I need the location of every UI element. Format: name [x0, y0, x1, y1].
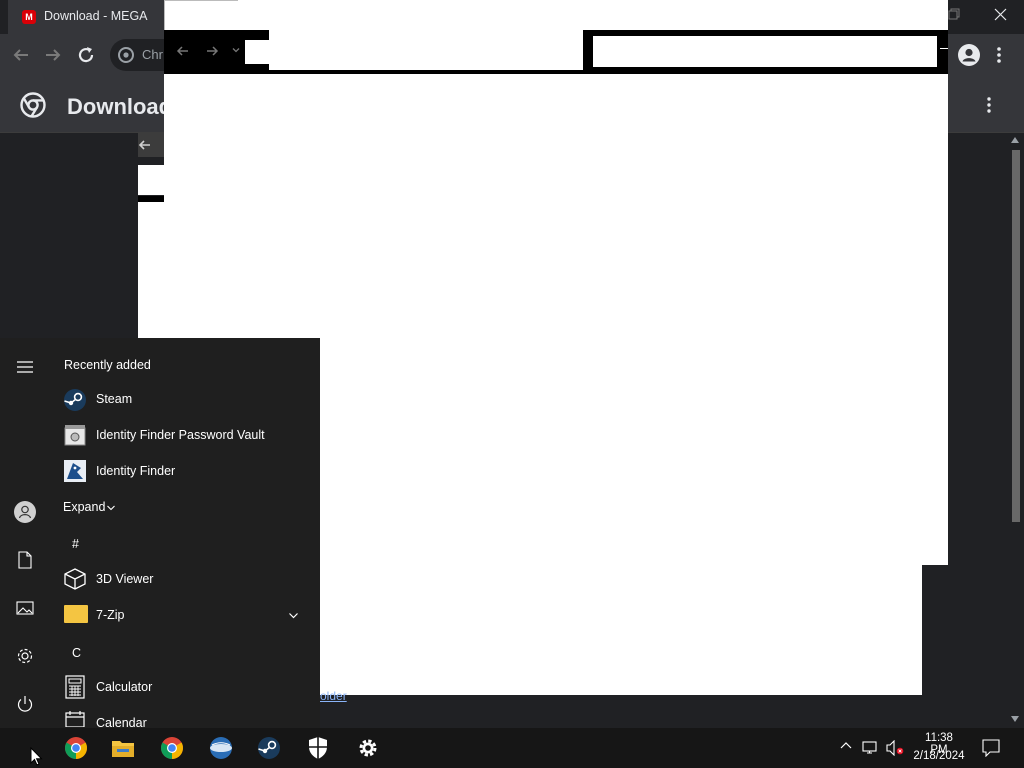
app-identity-finder-password-vault[interactable]: Identity Finder Password Vault — [96, 428, 265, 442]
settings-gear-icon[interactable] — [15, 646, 35, 666]
power-icon[interactable] — [15, 694, 35, 714]
forward-arrow-icon[interactable] — [44, 46, 62, 64]
back-arrow-icon[interactable] — [176, 44, 190, 58]
settings-icon[interactable] — [356, 736, 380, 760]
browser-menu-icon[interactable] — [996, 45, 1002, 65]
scroll-up-arrow-icon[interactable] — [1011, 137, 1019, 143]
window-close-icon[interactable] — [994, 8, 1007, 21]
show-hidden-icons-chevron-icon[interactable] — [840, 741, 852, 751]
folder-icon — [64, 605, 88, 623]
documents-icon[interactable] — [17, 551, 33, 569]
network-icon[interactable] — [862, 740, 880, 754]
chevron-down-icon[interactable] — [106, 503, 116, 513]
profile-avatar-icon[interactable] — [958, 44, 980, 66]
back-arrow-icon[interactable] — [138, 138, 152, 152]
calculator-icon — [65, 675, 85, 699]
chrome-logo-icon — [20, 92, 46, 118]
hamburger-menu-icon[interactable] — [16, 360, 34, 374]
globe-app-icon[interactable] — [209, 736, 233, 760]
scroll-down-arrow-icon[interactable] — [1011, 716, 1019, 722]
tab-title: Download - MEGA — [44, 9, 148, 23]
app-7zip[interactable]: 7-Zip — [96, 608, 124, 622]
mega-favicon-icon: M — [22, 10, 36, 24]
start-menu-rail — [0, 338, 50, 728]
app-calculator[interactable]: Calculator — [96, 680, 152, 694]
chrome-site-icon — [118, 47, 134, 63]
clock-date[interactable]: 2/18/2024 — [910, 750, 968, 762]
blank-panel — [320, 565, 922, 695]
group-header-c[interactable]: C — [72, 646, 81, 660]
file-explorer-icon[interactable] — [111, 736, 135, 760]
group-header-hash[interactable]: # — [72, 537, 79, 551]
reload-icon[interactable] — [76, 45, 96, 65]
show-in-folder-link[interactable]: older — [320, 689, 347, 703]
mouse-cursor-icon — [30, 747, 43, 767]
blank-region — [269, 30, 583, 70]
cube-icon — [63, 567, 87, 591]
chrome-icon[interactable] — [64, 736, 88, 760]
scrollbar-thumb[interactable] — [1012, 150, 1020, 522]
blank-region — [584, 0, 948, 30]
windows-security-icon[interactable] — [307, 736, 329, 760]
blank-region — [245, 40, 269, 64]
forward-arrow-icon[interactable] — [205, 44, 219, 58]
divider — [940, 48, 948, 49]
steam-icon[interactable] — [257, 736, 281, 760]
app-identity-finder[interactable]: Identity Finder — [96, 464, 175, 478]
calendar-icon — [65, 711, 85, 727]
window-restore-icon[interactable] — [948, 8, 960, 20]
downloads-menu-icon[interactable] — [986, 96, 992, 114]
chrome-icon[interactable] — [160, 736, 184, 760]
expand-button[interactable]: Expand — [63, 500, 105, 514]
action-center-icon[interactable] — [982, 739, 1000, 757]
blank-region — [238, 0, 584, 30]
address-field[interactable] — [593, 36, 937, 67]
app-3d-viewer[interactable]: 3D Viewer — [96, 572, 153, 586]
address-text: Chr — [142, 47, 163, 62]
steam-icon — [63, 388, 87, 412]
user-account-icon[interactable] — [14, 501, 36, 523]
app-steam[interactable]: Steam — [96, 392, 132, 406]
recently-added-header: Recently added — [64, 358, 151, 372]
volume-muted-icon[interactable] — [886, 740, 904, 756]
chevron-down-icon[interactable] — [288, 610, 299, 621]
vault-icon — [63, 423, 87, 447]
pictures-icon[interactable] — [16, 600, 34, 616]
page-title: Download — [67, 94, 173, 119]
back-arrow-icon[interactable] — [12, 46, 30, 64]
identity-finder-icon — [63, 459, 87, 483]
chevron-down-icon[interactable] — [232, 46, 240, 54]
